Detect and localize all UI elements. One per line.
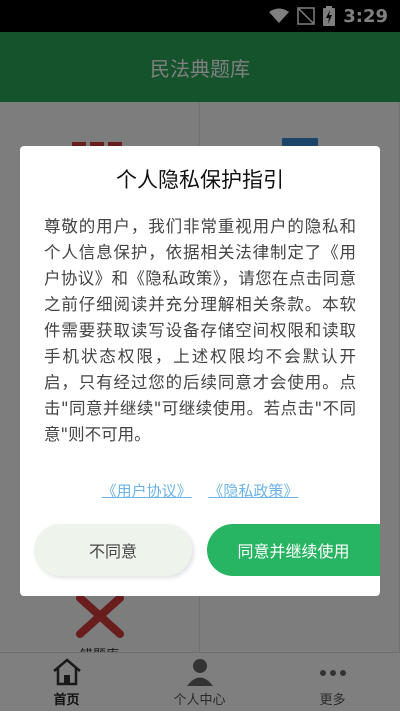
- privacy-policy-link[interactable]: 《隐私政策》: [208, 482, 298, 500]
- agree-continue-button[interactable]: 同意并继续使用: [207, 524, 380, 576]
- privacy-dialog: 个人隐私保护指引 尊敬的用户，我们非常重视用户的隐私和个人信息保护，依据相关法律…: [20, 146, 380, 596]
- user-agreement-link[interactable]: 《用户协议》: [102, 482, 192, 500]
- disagree-button[interactable]: 不同意: [34, 524, 192, 576]
- dialog-body-text: 尊敬的用户，我们非常重视用户的隐私和个人信息保护，依据相关法律制定了《用户协议》…: [44, 217, 356, 444]
- dialog-title: 个人隐私保护指引: [116, 168, 284, 192]
- agreement-links: 《用户协议》 《隐私政策》: [20, 480, 380, 501]
